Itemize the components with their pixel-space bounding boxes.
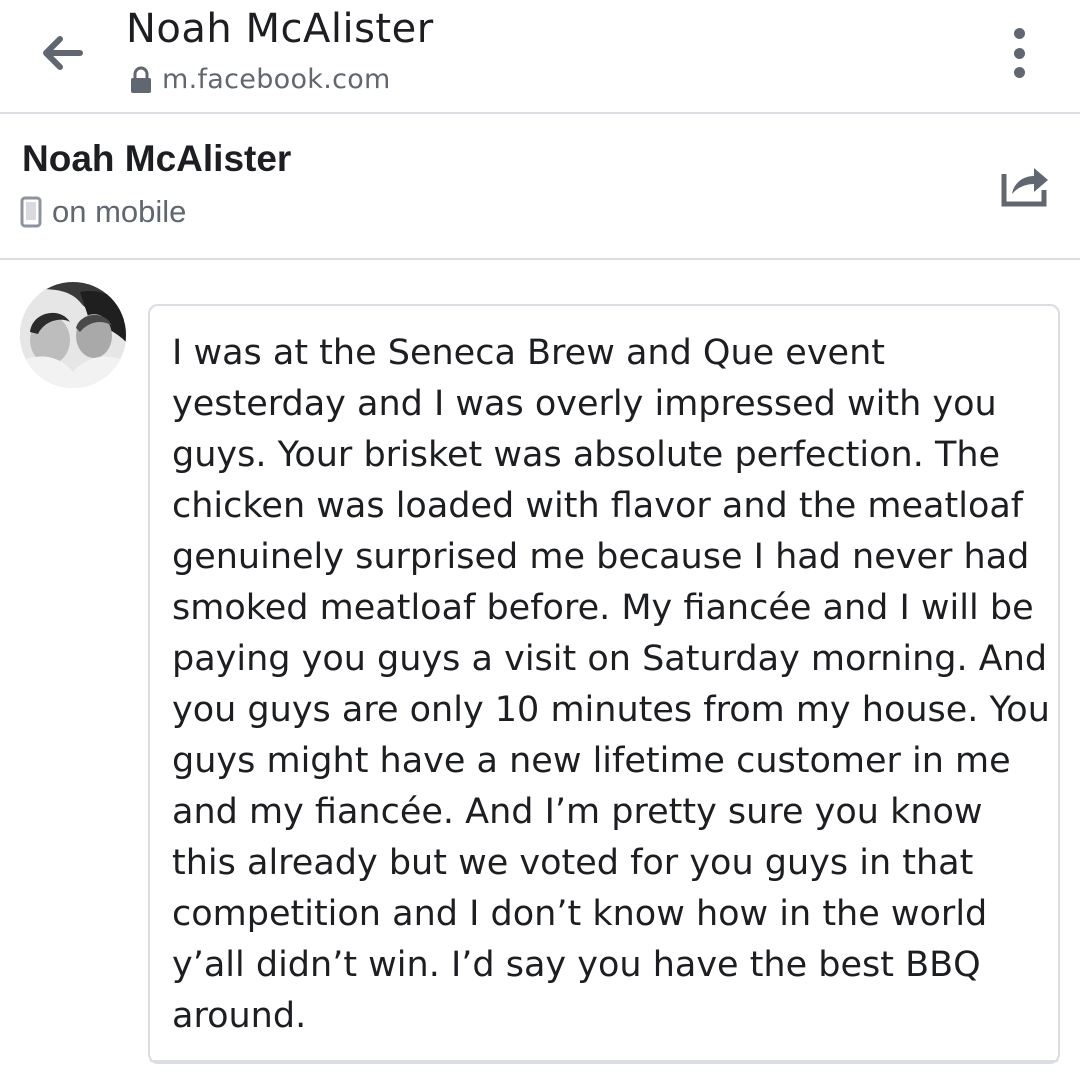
share-icon xyxy=(1001,168,1048,207)
lock-icon xyxy=(131,66,151,93)
more-vertical-icon-dot xyxy=(1013,28,1025,39)
profile-photo xyxy=(20,282,126,388)
conversation-header: Noah McAlister on mobile xyxy=(0,114,1080,260)
more-vertical-icon-dot xyxy=(1013,67,1025,78)
url-text: m.facebook.com xyxy=(162,64,391,95)
page-title: Noah McAlister xyxy=(126,6,434,52)
mobile-phone-icon xyxy=(20,196,42,228)
contact-status: on mobile xyxy=(20,194,186,230)
status-text: on mobile xyxy=(52,194,187,229)
avatar[interactable] xyxy=(20,282,126,388)
url-display[interactable]: m.facebook.com xyxy=(130,64,391,95)
back-button[interactable] xyxy=(34,28,90,78)
divider xyxy=(150,1060,1058,1062)
contact-name[interactable]: Noah McAlister xyxy=(22,138,291,180)
share-button[interactable] xyxy=(998,160,1052,210)
message-bubble: I was at the Seneca Brew and Que event y… xyxy=(148,304,1060,1064)
back-arrow-icon xyxy=(43,36,83,70)
more-vertical-icon-dot xyxy=(1013,47,1025,59)
more-options-button[interactable] xyxy=(1006,28,1032,78)
browser-top-bar: Noah McAlister m.facebook.com xyxy=(0,0,1080,114)
message-text: I was at the Seneca Brew and Que event y… xyxy=(172,333,1050,1036)
